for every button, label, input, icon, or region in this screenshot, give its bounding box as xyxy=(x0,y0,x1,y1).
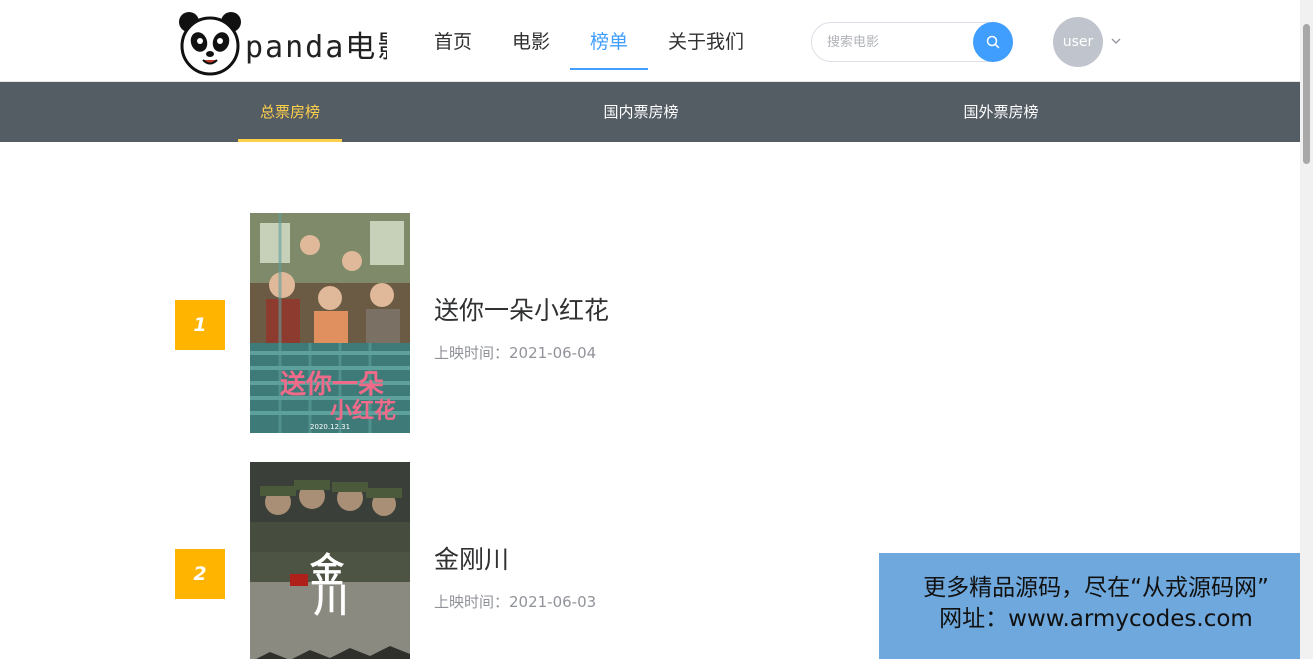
tab-domestic-boxoffice[interactable]: 国内票房榜 xyxy=(591,82,691,142)
search-icon xyxy=(986,35,1000,49)
release-date: 上映时间：2021-06-03 xyxy=(434,593,597,611)
site-logo[interactable]: panda电影 xyxy=(177,10,387,76)
promo-banner: 更多精品源码，尽在“从戎源码网” 网址：www.armycodes.com xyxy=(879,553,1313,659)
page-scrollbar[interactable] xyxy=(1300,0,1313,659)
svg-text:小红花: 小红花 xyxy=(330,398,396,424)
user-avatar[interactable]: user xyxy=(1053,17,1103,67)
poster-image-1: 送你一朵 小红花 2020.12.31 xyxy=(250,213,410,433)
list-item: 1 送你一朵 小红花 2020.12.31 送你一朵小红花 上映时间：2021-… xyxy=(0,213,1300,433)
search-box xyxy=(811,22,1013,62)
search-input[interactable] xyxy=(827,32,972,52)
tab-overseas-boxoffice[interactable]: 国外票房榜 xyxy=(951,82,1051,142)
movie-poster[interactable]: 送你一朵 小红花 2020.12.31 xyxy=(250,213,410,433)
movie-title[interactable]: 金刚川 xyxy=(434,540,509,576)
banner-line-2: 网址：www.armycodes.com xyxy=(939,606,1253,632)
ranking-tabs: 总票房榜 国内票房榜 国外票房榜 xyxy=(0,82,1300,142)
movie-poster[interactable]: 金 川 xyxy=(250,462,410,659)
search-button[interactable] xyxy=(973,22,1013,62)
nav-item-movies[interactable]: 电影 xyxy=(492,14,570,70)
svg-text:川: 川 xyxy=(314,581,348,621)
rank-badge: 2 xyxy=(175,549,225,599)
movie-title[interactable]: 送你一朵小红花 xyxy=(434,291,609,327)
nav-item-home[interactable]: 首页 xyxy=(414,14,492,70)
nav-item-rankings[interactable]: 榜单 xyxy=(570,14,649,70)
poster-image-2: 金 川 xyxy=(250,462,410,659)
scrollbar-thumb[interactable] xyxy=(1303,24,1310,164)
chevron-down-icon[interactable] xyxy=(1110,35,1122,47)
tab-total-boxoffice[interactable]: 总票房榜 xyxy=(238,82,342,142)
banner-line-1: 更多精品源码，尽在“从戎源码网” xyxy=(923,575,1269,601)
nav-item-about[interactable]: 关于我们 xyxy=(648,14,764,70)
rank-badge: 1 xyxy=(175,300,225,350)
panda-icon xyxy=(179,12,241,76)
svg-text:送你一朵: 送你一朵 xyxy=(280,370,384,400)
release-date: 上映时间：2021-06-04 xyxy=(434,344,597,362)
top-header: panda电影 首页 电影 榜单 关于我们 user xyxy=(0,0,1300,82)
main-nav: 首页 电影 榜单 关于我们 xyxy=(414,14,764,70)
svg-text:2020.12.31: 2020.12.31 xyxy=(310,423,350,431)
logo-text: panda电影 xyxy=(245,30,387,65)
